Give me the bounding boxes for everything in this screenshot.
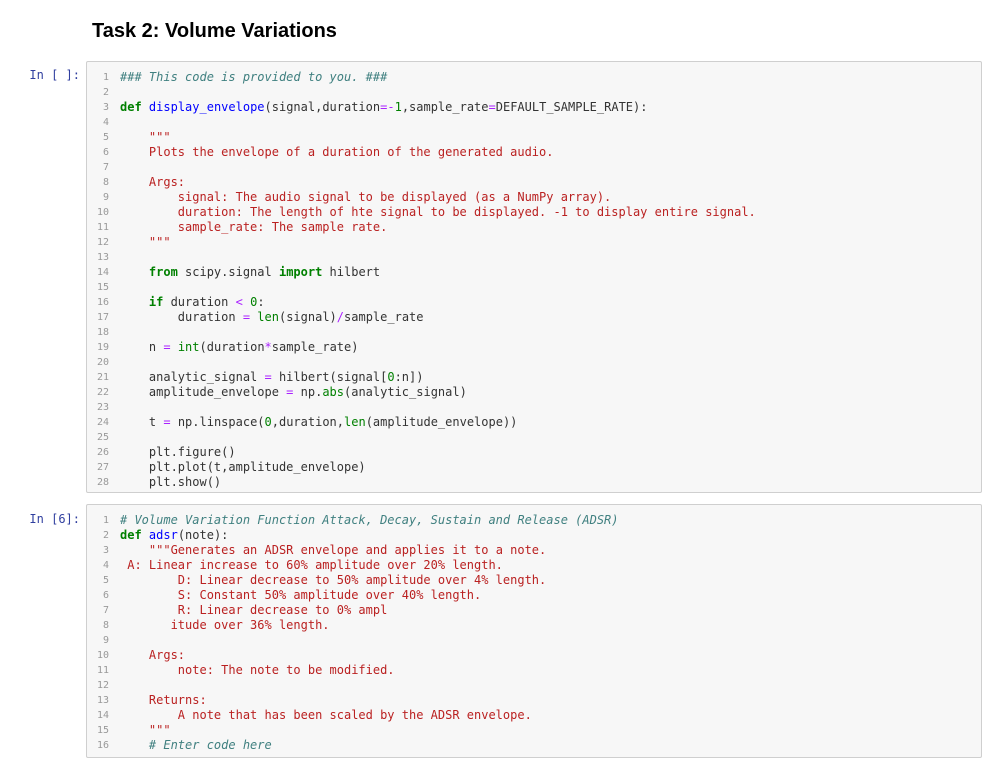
line-number: 12 <box>96 680 109 691</box>
code-line[interactable]: if duration < 0: <box>120 295 265 309</box>
line-number: 4 <box>102 117 109 128</box>
line-number: 3 <box>102 545 109 556</box>
line-number: 9 <box>102 192 109 203</box>
code-line[interactable]: Plots the envelope of a duration of the … <box>120 145 554 159</box>
line-number: 8 <box>102 177 109 188</box>
code-line[interactable]: D: Linear decrease to 50% amplitude over… <box>120 573 546 587</box>
code-line[interactable]: plt.show() <box>120 475 221 489</box>
code-line[interactable]: note: The note to be modified. <box>120 663 395 677</box>
line-number: 1 <box>102 72 109 83</box>
line-number: 5 <box>102 575 109 586</box>
code-line[interactable]: # Enter code here <box>120 738 272 752</box>
line-number: 1 <box>102 515 109 526</box>
line-number: 5 <box>102 132 109 143</box>
code-line[interactable]: R: Linear decrease to 0% ampl <box>120 603 388 617</box>
code-line[interactable]: itude over 36% length. <box>120 618 330 632</box>
code-line[interactable]: """ <box>120 235 171 249</box>
code-line[interactable]: Args: <box>120 648 185 662</box>
code-line[interactable]: A: Linear increase to 60% amplitude over… <box>120 558 503 572</box>
line-number: 23 <box>96 402 109 413</box>
code-line[interactable]: def display_envelope(signal,duration=-1,… <box>120 100 647 114</box>
line-number: 2 <box>102 530 109 541</box>
code-line[interactable]: """ <box>120 723 171 737</box>
line-number: 7 <box>102 162 109 173</box>
code-line[interactable]: t = np.linspace(0,duration,len(amplitude… <box>120 415 518 429</box>
line-number: 17 <box>96 312 109 323</box>
line-number: 22 <box>96 387 109 398</box>
line-number: 28 <box>96 477 109 488</box>
line-number: 14 <box>96 267 109 278</box>
line-number: 13 <box>96 252 109 263</box>
code-line[interactable]: duration: The length of hte signal to be… <box>120 205 756 219</box>
line-number: 6 <box>102 147 109 158</box>
code-line[interactable]: def adsr(note): <box>120 528 228 542</box>
line-number: 27 <box>96 462 109 473</box>
code-line[interactable]: """Generates an ADSR envelope and applie… <box>120 543 546 557</box>
line-number: 16 <box>96 297 109 308</box>
section-heading: Task 2: Volume Variations <box>92 20 337 42</box>
code-line[interactable]: """ <box>120 130 171 144</box>
line-number: 19 <box>96 342 109 353</box>
line-number: 11 <box>96 665 109 676</box>
code-line[interactable]: Returns: <box>120 693 207 707</box>
line-number: 4 <box>102 560 109 571</box>
code-line[interactable]: plt.figure() <box>120 445 236 459</box>
code-line[interactable]: n = int(duration*sample_rate) <box>120 340 359 354</box>
line-number: 26 <box>96 447 109 458</box>
line-number: 16 <box>96 740 109 751</box>
line-number: 11 <box>96 222 109 233</box>
line-number: 20 <box>96 357 109 368</box>
code-editor[interactable]: 1 ### This code is provided to you. ### 2 3… <box>86 61 982 493</box>
code-line[interactable]: S: Constant 50% amplitude over 40% lengt… <box>120 588 481 602</box>
line-number: 3 <box>102 102 109 113</box>
code-editor[interactable]: 1 # Volume Variation Function Attack, Dec… <box>86 504 982 758</box>
code-line[interactable]: ### This code is provided to you. ### <box>120 70 387 84</box>
code-line[interactable]: A note that has been scaled by the ADSR … <box>120 708 532 722</box>
code-line[interactable]: sample_rate: The sample rate. <box>120 220 388 234</box>
code-line[interactable]: duration = len(signal)/sample_rate <box>120 310 424 324</box>
line-number: 13 <box>96 695 109 706</box>
code-line[interactable]: from scipy.signal import hilbert <box>120 265 380 279</box>
code-line[interactable]: # Volume Variation Function Attack, Deca… <box>120 513 619 527</box>
line-number: 7 <box>102 605 109 616</box>
line-number: 9 <box>102 635 109 646</box>
code-line[interactable]: plt.plot(t,amplitude_envelope) <box>120 460 366 474</box>
line-number: 18 <box>96 327 109 338</box>
line-number: 15 <box>96 282 109 293</box>
code-line[interactable]: Args: <box>120 175 185 189</box>
line-number: 2 <box>102 87 109 98</box>
code-line[interactable]: analytic_signal = hilbert(signal[0:n]) <box>120 370 424 384</box>
line-number: 14 <box>96 710 109 721</box>
cell-prompt: In [ ]: <box>29 68 80 82</box>
line-number: 10 <box>96 207 109 218</box>
line-number: 21 <box>96 372 109 383</box>
line-number: 24 <box>96 417 109 428</box>
line-number: 6 <box>102 590 109 601</box>
line-number: 25 <box>96 432 109 443</box>
line-number: 8 <box>102 620 109 631</box>
line-number: 12 <box>96 237 109 248</box>
code-line[interactable]: amplitude_envelope = np.abs(analytic_sig… <box>120 385 467 399</box>
line-number: 10 <box>96 650 109 661</box>
code-line[interactable]: signal: The audio signal to be displayed… <box>120 190 611 204</box>
cell-prompt: In [6]: <box>29 512 80 526</box>
line-number: 15 <box>96 725 109 736</box>
